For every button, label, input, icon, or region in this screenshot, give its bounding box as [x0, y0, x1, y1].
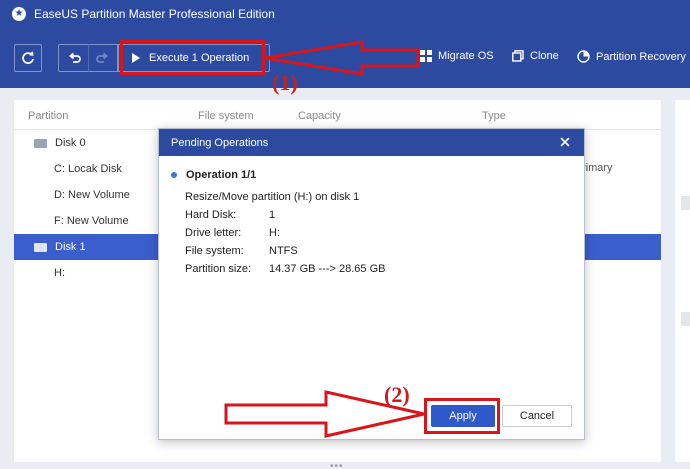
annotation-arrows [224, 40, 425, 438]
annotation-label-1: (1) [272, 70, 298, 95]
annotation-label-2: (2) [384, 382, 410, 407]
